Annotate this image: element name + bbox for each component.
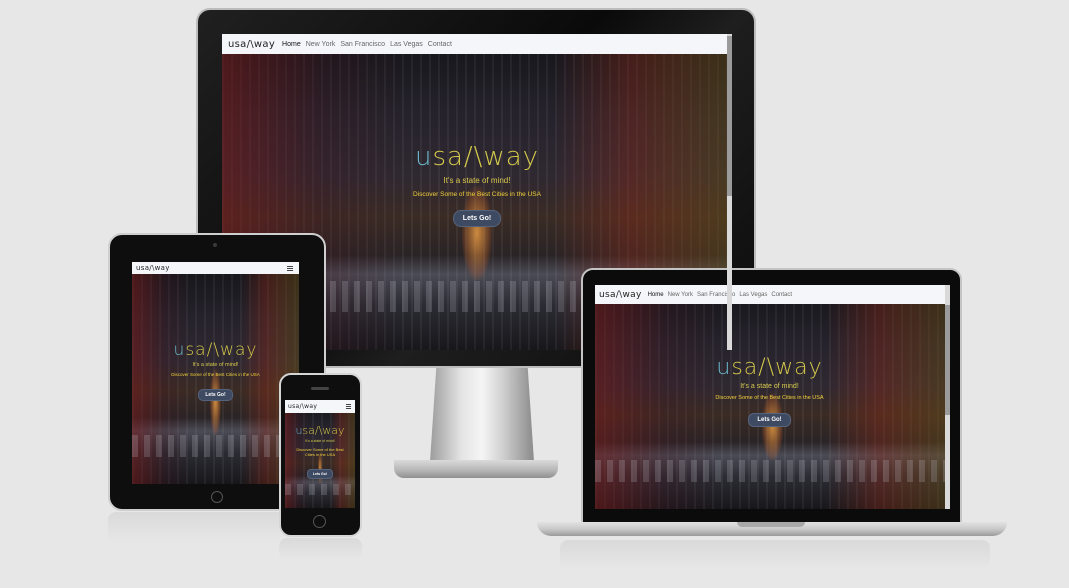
hero-title: usa/\way bbox=[595, 355, 944, 380]
home-button-icon[interactable] bbox=[211, 491, 223, 503]
brand-rest: sa/\way bbox=[292, 403, 318, 410]
hero-discover-text: Discover Some of the Best Cities in the … bbox=[296, 447, 344, 458]
brand-rest: sa/\way bbox=[605, 289, 642, 300]
lets-go-button[interactable]: Lets Go! bbox=[748, 413, 791, 427]
brand-logo[interactable]: usa/\way bbox=[136, 264, 170, 272]
nav-new-york[interactable]: New York bbox=[306, 41, 336, 48]
macbook-screen: usa/\way Home New York San Francisco Las… bbox=[595, 285, 950, 509]
nav-links: Home New York San Francisco Las Vegas Co… bbox=[282, 41, 452, 48]
hero-title: usa/\way bbox=[222, 142, 732, 172]
lets-go-button[interactable]: Lets Go! bbox=[452, 210, 502, 227]
lets-go-button[interactable]: Lets Go! bbox=[306, 469, 334, 480]
nav-home[interactable]: Home bbox=[648, 292, 664, 298]
brand-rest: sa/\way bbox=[140, 264, 170, 272]
ipad-screen: usa/\way usa/\way It's a state of mind! … bbox=[132, 262, 299, 484]
navbar: usa/\way Home New York San Francisco Las… bbox=[595, 285, 950, 304]
home-button-icon[interactable] bbox=[313, 515, 326, 528]
nav-links: Home New York San Francisco Las Vegas Co… bbox=[648, 292, 792, 298]
hero: usa/\way It's a state of mind! Discover … bbox=[285, 424, 355, 480]
hero-tagline: It's a state of mind! bbox=[192, 362, 239, 368]
brand-logo[interactable]: usa/\way bbox=[228, 39, 275, 50]
nav-san-francisco[interactable]: San Francisco bbox=[340, 41, 385, 48]
hero-title-rest: sa/\way bbox=[185, 340, 258, 360]
navbar: usa/\way bbox=[132, 262, 299, 274]
hero: usa/\way It's a state of mind! Discover … bbox=[595, 355, 944, 427]
hero-discover-text: Discover Some of the Best Cities in the … bbox=[171, 372, 260, 377]
iphone-screen: usa/\way usa/\way It's a state of mind! … bbox=[285, 400, 355, 508]
scrollbar[interactable] bbox=[945, 285, 950, 509]
hero-title-prefix: u bbox=[414, 142, 433, 172]
camera-icon bbox=[213, 243, 217, 247]
navbar: usa/\way Home New York San Francisco Las… bbox=[222, 34, 732, 54]
hero-discover-text: Discover Some of the Best Cities in the … bbox=[715, 395, 824, 401]
hero-title-prefix: u bbox=[173, 340, 186, 360]
nav-contact[interactable]: Contact bbox=[428, 41, 452, 48]
hero-title-rest: sa/\way bbox=[731, 355, 823, 380]
nav-home[interactable]: Home bbox=[282, 41, 301, 48]
nav-new-york[interactable]: New York bbox=[668, 292, 693, 298]
hero-title-prefix: u bbox=[716, 355, 732, 380]
speaker-icon bbox=[311, 387, 329, 390]
nav-contact[interactable]: Contact bbox=[771, 292, 792, 298]
hero-tagline: It's a state of mind! bbox=[305, 439, 335, 443]
hero: usa/\way It's a state of mind! Discover … bbox=[222, 142, 732, 227]
imac-stand-neck bbox=[430, 368, 534, 462]
nav-las-vegas[interactable]: Las Vegas bbox=[390, 41, 423, 48]
hero-tagline: It's a state of mind! bbox=[443, 176, 511, 185]
brand-rest: sa/\way bbox=[234, 38, 276, 50]
hero-title-rest: sa/\way bbox=[432, 142, 540, 172]
brand-logo[interactable]: usa/\way bbox=[599, 290, 642, 300]
scrollbar[interactable] bbox=[727, 34, 732, 350]
hero-tagline: It's a state of mind! bbox=[740, 383, 799, 390]
hero-title-rest: sa/\way bbox=[302, 424, 345, 437]
scrollbar-thumb[interactable] bbox=[727, 36, 732, 196]
hero-title: usa/\way bbox=[132, 340, 299, 360]
hero-title: usa/\way bbox=[285, 424, 355, 437]
hamburger-icon[interactable] bbox=[346, 404, 351, 409]
brand-prefix: u bbox=[228, 38, 235, 50]
navbar: usa/\way bbox=[285, 400, 355, 413]
scrollbar-thumb[interactable] bbox=[945, 305, 950, 415]
brand-logo[interactable]: usa/\way bbox=[288, 403, 317, 410]
hamburger-icon[interactable] bbox=[287, 265, 293, 271]
macbook-opening-notch bbox=[737, 522, 805, 527]
hero: usa/\way It's a state of mind! Discover … bbox=[132, 340, 299, 401]
hero-discover-text: Discover Some of the Best Cities in the … bbox=[413, 191, 541, 198]
lets-go-button[interactable]: Lets Go! bbox=[198, 389, 233, 401]
imac-stand-foot bbox=[394, 460, 558, 478]
nav-las-vegas[interactable]: Las Vegas bbox=[739, 292, 767, 298]
